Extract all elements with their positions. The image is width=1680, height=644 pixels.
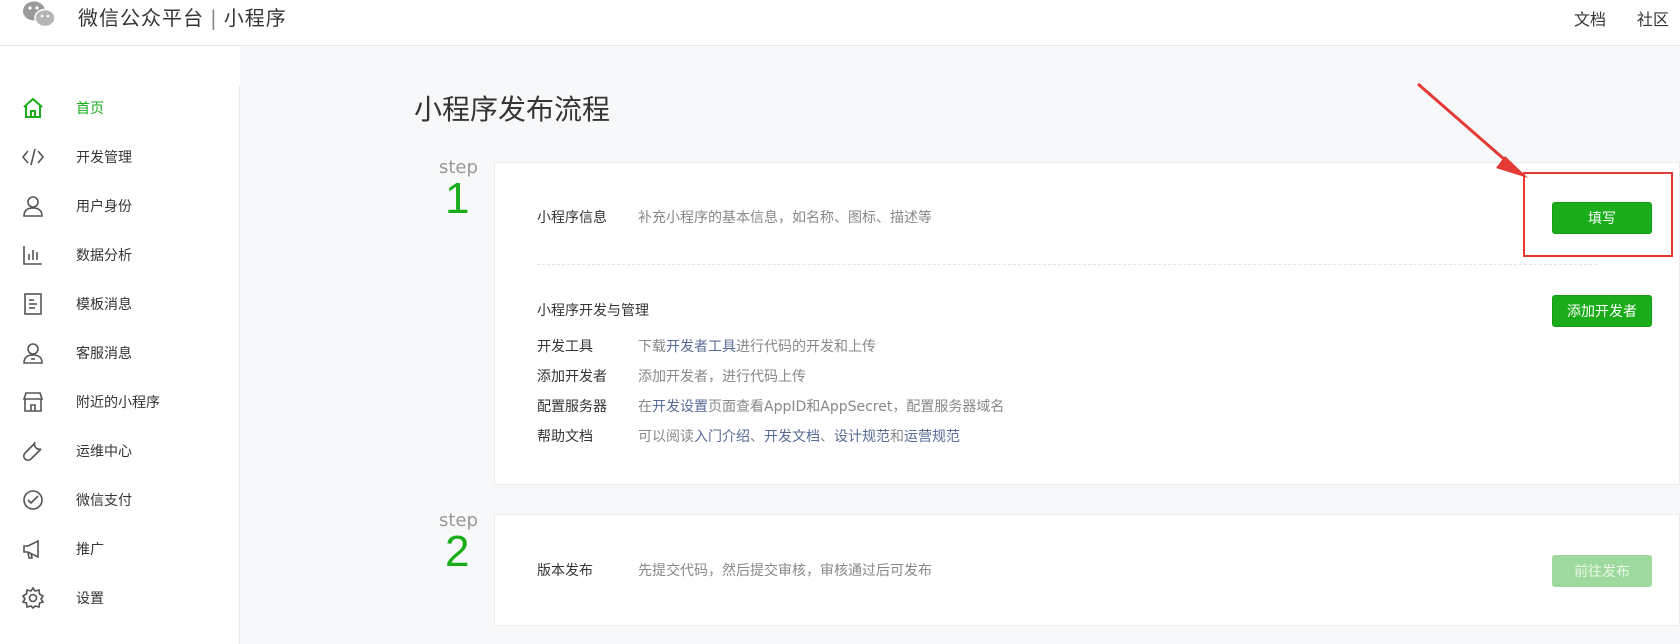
dev-tools-link[interactable]: 开发者工具 bbox=[666, 339, 736, 355]
release-label: 版本发布 bbox=[537, 563, 593, 579]
design-guide-link[interactable]: 设计规范 bbox=[834, 429, 890, 445]
sidebar-item-label: 运维中心 bbox=[76, 444, 132, 460]
sidebar-item-settings[interactable]: 设置 bbox=[20, 583, 220, 613]
release-desc: 先提交代码，然后提交审核，审核通过后可发布 bbox=[638, 563, 932, 579]
sidebar-item-label: 数据分析 bbox=[76, 248, 132, 264]
intro-link[interactable]: 入门介绍 bbox=[694, 429, 750, 445]
sidebar-item-label: 微信支付 bbox=[76, 493, 132, 509]
text: 在 bbox=[638, 399, 652, 415]
sidebar-item-nearby-miniprograms[interactable]: 附近的小程序 bbox=[20, 387, 220, 417]
fill-in-button[interactable]: 填写 bbox=[1552, 202, 1652, 234]
sidebar-item-home[interactable]: 首页 bbox=[20, 93, 220, 123]
sidebar-item-template-message[interactable]: 模板消息 bbox=[20, 289, 220, 319]
section-divider bbox=[537, 264, 1597, 265]
dev-row-desc: 添加开发者，进行代码上传 bbox=[638, 369, 806, 385]
brand-name: 微信公众平台 bbox=[78, 6, 204, 30]
text: 可以阅读 bbox=[638, 429, 694, 445]
miniprogram-info-label: 小程序信息 bbox=[537, 210, 607, 226]
dev-row-label: 添加开发者 bbox=[537, 369, 607, 385]
dev-row-label: 配置服务器 bbox=[537, 399, 607, 415]
add-developer-button[interactable]: 添加开发者 bbox=[1552, 295, 1652, 327]
sidebar-item-dev-management[interactable]: 开发管理 bbox=[20, 142, 220, 172]
dev-settings-link[interactable]: 开发设置 bbox=[652, 399, 708, 415]
sidebar-item-label: 首页 bbox=[76, 101, 104, 117]
wrench-icon bbox=[20, 438, 46, 464]
sidebar-item-label: 模板消息 bbox=[76, 297, 132, 313]
text: 进行代码的开发和上传 bbox=[736, 339, 876, 355]
dev-row-label: 开发工具 bbox=[537, 339, 593, 355]
sidebar-item-user-identity[interactable]: 用户身份 bbox=[20, 191, 220, 221]
dev-row-desc: 在开发设置页面查看AppID和AppSecret，配置服务器域名 bbox=[638, 396, 1004, 416]
dev-row-label: 帮助文档 bbox=[537, 429, 593, 445]
store-icon bbox=[20, 389, 46, 415]
sidebar-item-data-analysis[interactable]: 数据分析 bbox=[20, 240, 220, 270]
operation-rules-link[interactable]: 运营规范 bbox=[904, 429, 960, 445]
page-title: 小程序发布流程 bbox=[414, 93, 611, 126]
user-icon bbox=[20, 193, 46, 219]
sidebar-item-label: 附近的小程序 bbox=[76, 395, 160, 411]
gear-icon bbox=[20, 585, 46, 611]
miniprogram-info-desc: 补充小程序的基本信息，如名称、图标、描述等 bbox=[638, 210, 932, 226]
sidebar-item-promotion[interactable]: 推广 bbox=[20, 534, 220, 564]
home-icon bbox=[20, 95, 46, 121]
sidebar-item-customer-service[interactable]: 客服消息 bbox=[20, 338, 220, 368]
sidebar-item-label: 用户身份 bbox=[76, 199, 132, 215]
top-bar: 微信公众平台 | 小程序 文档 社区 bbox=[0, 0, 1680, 46]
go-publish-button[interactable]: 前往发布 bbox=[1552, 555, 1652, 587]
dev-management-heading: 小程序开发与管理 bbox=[537, 303, 649, 319]
step-2-number: 2 bbox=[445, 527, 470, 576]
sidebar-item-label: 设置 bbox=[76, 591, 104, 607]
document-icon bbox=[20, 291, 46, 317]
text: 下载 bbox=[638, 339, 666, 355]
headset-user-icon bbox=[20, 340, 46, 366]
step-1-number: 1 bbox=[445, 174, 470, 223]
text: 、 bbox=[820, 429, 834, 445]
product-name: 小程序 bbox=[223, 6, 287, 30]
brand-separator: | bbox=[210, 6, 218, 30]
docs-link[interactable]: 文档 bbox=[1574, 6, 1606, 30]
community-link[interactable]: 社区 bbox=[1637, 6, 1669, 30]
code-icon bbox=[20, 144, 46, 170]
pay-icon bbox=[20, 487, 46, 513]
brand-title[interactable]: 微信公众平台 | 小程序 bbox=[78, 2, 287, 31]
dev-row-desc: 下载开发者工具进行代码的开发和上传 bbox=[638, 336, 876, 356]
text: 和 bbox=[890, 429, 904, 445]
step-2-card: 版本发布 先提交代码，然后提交审核，审核通过后可发布 前往发布 bbox=[494, 514, 1680, 626]
chart-icon bbox=[20, 242, 46, 268]
dev-row-desc: 可以阅读入门介绍、开发文档、设计规范和运营规范 bbox=[638, 426, 960, 446]
step-1-card: 小程序信息 补充小程序的基本信息，如名称、图标、描述等 填写 小程序开发与管理 … bbox=[494, 162, 1680, 485]
sidebar-item-wechat-pay[interactable]: 微信支付 bbox=[20, 485, 220, 515]
wechat-logo-icon[interactable] bbox=[22, 0, 56, 28]
sidebar-item-operations[interactable]: 运维中心 bbox=[20, 436, 220, 466]
megaphone-icon bbox=[20, 536, 46, 562]
sidebar-item-label: 推广 bbox=[76, 542, 104, 558]
text: 页面查看AppID和AppSecret，配置服务器域名 bbox=[708, 399, 1005, 415]
sidebar-item-label: 客服消息 bbox=[76, 346, 132, 362]
dev-docs-link[interactable]: 开发文档 bbox=[764, 429, 820, 445]
text: 、 bbox=[750, 429, 764, 445]
sidebar-item-label: 开发管理 bbox=[76, 150, 132, 166]
